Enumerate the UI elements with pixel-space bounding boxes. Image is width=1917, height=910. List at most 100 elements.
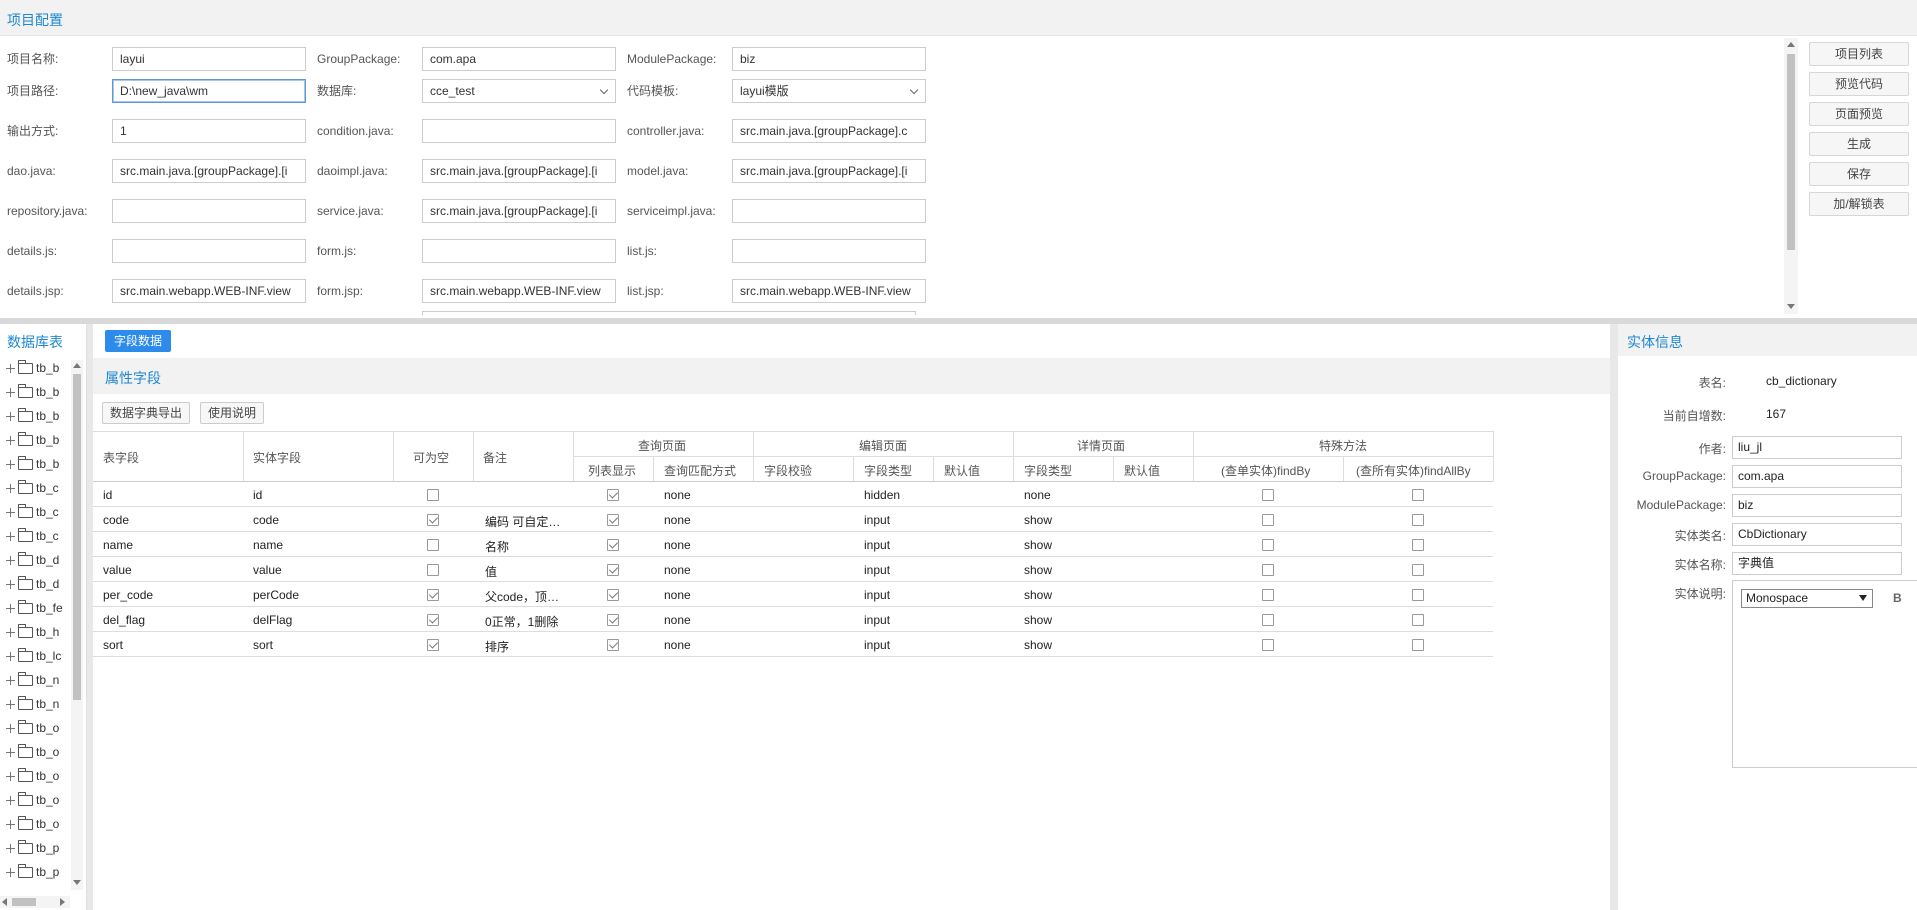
entity-name-input[interactable]: 字典值 [1732,552,1902,575]
nullable-checkbox[interactable] [427,614,439,626]
expand-icon[interactable] [6,364,15,374]
tree-node[interactable]: tb_c [6,479,70,497]
bold-button[interactable]: B [1893,591,1902,605]
expand-icon[interactable] [6,580,15,590]
expand-icon[interactable] [6,796,15,806]
tree-node[interactable]: tb_o [6,743,70,761]
find-by-checkbox[interactable] [1262,614,1274,626]
nullable-checkbox[interactable] [427,589,439,601]
tree-node[interactable]: tb_o [6,719,70,737]
tree-node[interactable]: tb_b [6,383,70,401]
cell-edit-type[interactable]: input [864,563,890,577]
list-show-checkbox[interactable] [607,564,619,576]
cell-table-field[interactable]: name [103,538,133,552]
tree-node[interactable]: tb_b [6,455,70,473]
config-scrollbar[interactable] [1784,38,1798,314]
expand-icon[interactable] [6,772,15,782]
template-select[interactable]: layui模版 [732,79,926,103]
find-all-by-checkbox[interactable] [1412,564,1424,576]
expand-icon[interactable] [6,556,15,566]
nullable-checkbox[interactable] [427,514,439,526]
nullable-checkbox[interactable] [427,539,439,551]
nullable-checkbox[interactable] [427,564,439,576]
serviceimpl-java-input[interactable] [732,199,926,223]
tree-node[interactable]: tb_d [6,551,70,569]
cell-entity-field[interactable]: delFlag [253,613,292,627]
list-show-checkbox[interactable] [607,639,619,651]
lock-table-button[interactable]: 加/解锁表 [1809,192,1909,216]
tree-node[interactable]: tb_c [6,527,70,545]
cell-table-field[interactable]: del_flag [103,613,145,627]
cell-remark[interactable]: 排序 [485,638,569,655]
tree-node[interactable]: tb_fe [6,599,70,617]
controller-java-input[interactable]: src.main.java.[groupPackage].c [732,119,926,143]
cell-remark[interactable]: 编码 可自定… [485,513,569,530]
cell-match-mode[interactable]: none [664,563,691,577]
expand-icon[interactable] [6,508,15,518]
cell-entity-field[interactable]: id [253,488,262,502]
class-name-input[interactable]: CbDictionary [1732,523,1902,546]
font-select[interactable]: Monospace [1741,589,1873,608]
cell-table-field[interactable]: sort [103,638,123,652]
project-path-input[interactable]: D:\new_java\wm [112,79,306,103]
help-button[interactable]: 使用说明 [200,402,265,424]
cell-match-mode[interactable]: none [664,488,691,502]
list-show-checkbox[interactable] [607,489,619,501]
tree-node[interactable]: tb_lc [6,647,70,665]
model-java-input[interactable]: src.main.java.[groupPackage].[i [732,159,926,183]
find-all-by-checkbox[interactable] [1412,589,1424,601]
cell-table-field[interactable]: value [103,563,132,577]
daoimpl-java-input[interactable]: src.main.java.[groupPackage].[i [422,159,616,183]
save-button[interactable]: 保存 [1809,162,1909,186]
find-by-checkbox[interactable] [1262,639,1274,651]
tab-field-data[interactable]: 字段数据 [105,330,172,352]
cell-match-mode[interactable]: none [664,538,691,552]
cell-table-field[interactable]: id [103,488,112,502]
cell-remark[interactable]: 父code，顶… [485,588,569,605]
condition-java-input[interactable] [422,119,616,143]
module-package-input[interactable]: biz [732,47,926,71]
cell-edit-type[interactable]: input [864,613,890,627]
find-by-checkbox[interactable] [1262,589,1274,601]
cell-edit-type[interactable]: hidden [864,488,900,502]
details-jsp-input[interactable]: src.main.webapp.WEB-INF.view [112,279,306,303]
cell-edit-type[interactable]: input [864,513,890,527]
scroll-left-icon[interactable] [2,898,7,906]
tree-node[interactable]: tb_c [6,503,70,521]
list-show-checkbox[interactable] [607,589,619,601]
cell-edit-type[interactable]: input [864,638,890,652]
cell-edit-type[interactable]: input [864,588,890,602]
group-package-input[interactable]: com.apa [422,47,616,71]
cell-match-mode[interactable]: none [664,513,691,527]
nullable-checkbox[interactable] [427,639,439,651]
tree-node[interactable]: tb_o [6,815,70,833]
cell-entity-field[interactable]: value [253,563,282,577]
cell-detail-type[interactable]: show [1024,638,1052,652]
scroll-down-icon[interactable] [1787,304,1795,309]
expand-icon[interactable] [6,460,15,470]
cell-entity-field[interactable]: perCode [253,588,299,602]
list-show-checkbox[interactable] [607,514,619,526]
list-show-checkbox[interactable] [607,539,619,551]
generate-button[interactable]: 生成 [1809,132,1909,156]
expand-icon[interactable] [6,604,15,614]
tree-node[interactable]: tb_p [6,839,70,857]
tree-node[interactable]: tb_b [6,359,70,377]
expand-icon[interactable] [6,748,15,758]
service-java-input[interactable]: src.main.java.[groupPackage].[i [422,199,616,223]
cell-table-field[interactable]: code [103,513,129,527]
entity-module-package-input[interactable]: biz [1732,494,1902,517]
find-by-checkbox[interactable] [1262,539,1274,551]
expand-icon[interactable] [6,484,15,494]
cell-table-field[interactable]: per_code [103,588,153,602]
cell-match-mode[interactable]: none [664,588,691,602]
project-name-input[interactable]: layui [112,47,306,71]
cell-match-mode[interactable]: none [664,613,691,627]
cell-remark[interactable]: 0正常，1删除 [485,613,569,630]
tree-vertical-scrollbar[interactable] [71,360,83,890]
cell-remark[interactable]: 名称 [485,538,569,555]
tree-node[interactable]: tb_d [6,575,70,593]
tree-node[interactable]: tb_b [6,431,70,449]
expand-icon[interactable] [6,388,15,398]
expand-icon[interactable] [6,820,15,830]
